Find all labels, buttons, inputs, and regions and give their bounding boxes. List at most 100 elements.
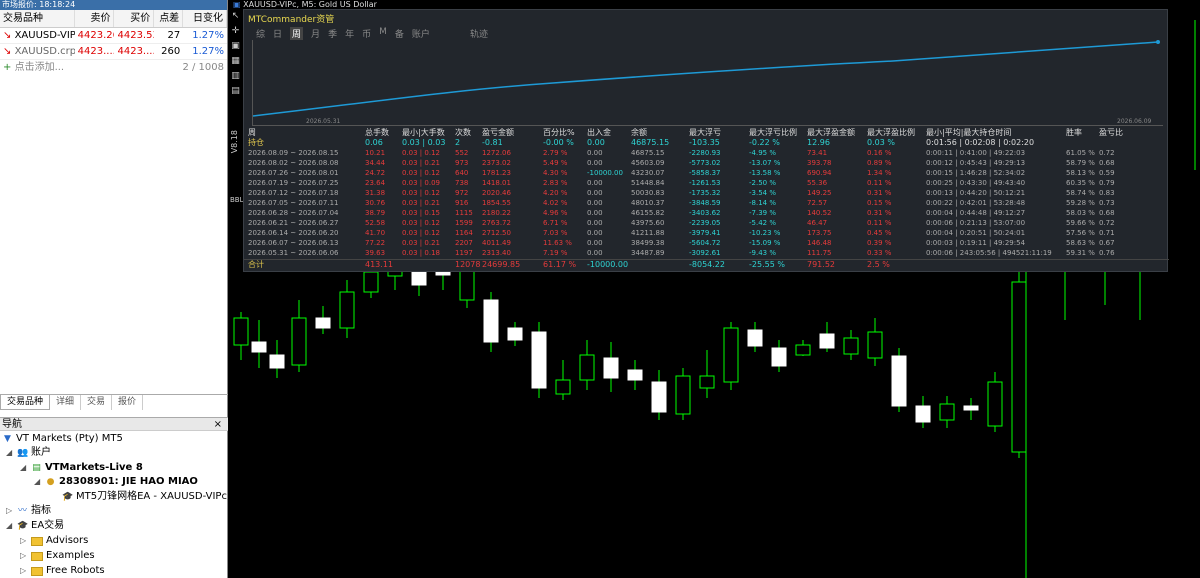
- table-row[interactable]: ↘ XAUUSD-VIPc 4423.26 4423.53 27 1.27%: [0, 28, 227, 44]
- add-symbol-row[interactable]: + 点击添加... 2 / 1008: [0, 60, 227, 76]
- candle-body: [555, 379, 571, 395]
- grid-icon[interactable]: ▦: [229, 55, 242, 68]
- table-cell: 0:00:11 | 0:41:00 | 49:22:03: [926, 149, 1026, 157]
- table-cell: 0.00: [587, 249, 603, 257]
- table-cell: 149.25: [807, 189, 832, 197]
- tab-symbols[interactable]: 交易品种: [0, 395, 51, 410]
- table-cell: 0.03 | 0.15: [402, 209, 440, 217]
- expand-icon: ▷: [6, 506, 13, 515]
- nav-indicators-label: 指标: [31, 505, 51, 516]
- table-cell: -3979.41: [689, 229, 721, 237]
- panel-tabs: 综 日 周 月 季 年 币 M 备 账户: [256, 27, 430, 40]
- table-row[interactable]: 2026.06.28 ~ 2026.07.04 38.79 0.03 | 0.15 1…: [244, 208, 1169, 218]
- tab-details[interactable]: 详细: [50, 395, 82, 410]
- table-cell: 972: [455, 189, 469, 197]
- header-cell: 最大浮亏: [689, 128, 721, 137]
- header-cell: 百分比%: [543, 128, 575, 137]
- candle-body: [507, 327, 523, 341]
- candle-body: [963, 405, 979, 411]
- table-row[interactable]: 2026.07.19 ~ 2026.07.25 23.64 0.03 | 0.09 7…: [244, 178, 1169, 188]
- table-cell: -103.35: [689, 138, 720, 147]
- table-row[interactable]: ↘ XAUUSD.crp 4423.... 4423.... 260 1.27%: [0, 44, 227, 60]
- table-cell: -3403.62: [689, 209, 721, 217]
- tab-trading[interactable]: 交易: [81, 395, 113, 410]
- tab-currency[interactable]: 币: [362, 27, 371, 40]
- add-symbol-label: 点击添加...: [14, 62, 65, 73]
- table-cell: 45603.09: [631, 159, 665, 167]
- table-cell: 0:01:56 | 0:02:08 | 0:02:20: [926, 138, 1035, 147]
- tab-month[interactable]: 月: [311, 27, 320, 40]
- table-cell: 2026.08.09 ~ 2026.08.15: [248, 149, 339, 157]
- table-row[interactable]: 2026.07.05 ~ 2026.07.11 30.76 0.03 | 0.21 9…: [244, 198, 1169, 208]
- candle-body: [867, 331, 883, 359]
- table-cell: 51448.84: [631, 179, 665, 187]
- col-bid[interactable]: 卖价: [75, 10, 115, 27]
- table-row[interactable]: 2026.07.26 ~ 2026.08.01 24.72 0.03 | 0.12 6…: [244, 168, 1169, 178]
- nav-accounts[interactable]: ◢ 👥 账户: [6, 446, 51, 460]
- col-symbol[interactable]: 交易品种: [0, 10, 75, 27]
- nav-folder-examples[interactable]: ▷ Examples: [20, 549, 95, 563]
- tab-account[interactable]: 账户: [412, 27, 430, 40]
- col-ask[interactable]: 买价: [114, 10, 155, 27]
- col-change[interactable]: 日变化: [183, 10, 227, 27]
- tab-track[interactable]: 轨迹: [470, 27, 488, 40]
- arrow-icon: ↘: [3, 46, 12, 57]
- nav-ea-attached[interactable]: 🎓 MT5刀锋网格EA - XAUUSD-VIPc,M: [62, 490, 239, 504]
- expand-icon: ◢: [6, 521, 13, 530]
- table-cell: 1.34 %: [867, 169, 892, 177]
- table-cell: -3.54 %: [749, 189, 776, 197]
- table-cell: 46155.82: [631, 209, 665, 217]
- table-cell: 0.68: [1099, 159, 1115, 167]
- nav-broker[interactable]: ▼ VT Markets (Pty) MT5: [2, 432, 123, 446]
- nav-ea-trading[interactable]: ◢ 🎓 EA交易: [6, 519, 64, 533]
- table-row[interactable]: 2026.06.07 ~ 2026.06.13 77.22 0.03 | 0.21 2…: [244, 238, 1169, 248]
- tab-quarter[interactable]: 季: [328, 27, 337, 40]
- table-row[interactable]: 2026.05.31 ~ 2026.06.06 39.63 0.03 | 0.18 1…: [244, 248, 1169, 258]
- template-icon[interactable]: ▤: [229, 85, 242, 98]
- table-cell: -0.22 %: [749, 138, 780, 147]
- header-cell: 周: [248, 128, 256, 137]
- table-cell: 2.79 %: [543, 149, 568, 157]
- close-icon[interactable]: ×: [214, 418, 222, 431]
- table-cell: 41211.88: [631, 229, 665, 237]
- tab-year[interactable]: 年: [345, 27, 354, 40]
- nav-folder-free-robots[interactable]: ▷ Free Robots: [20, 564, 105, 578]
- table-cell: 7.19 %: [543, 249, 568, 257]
- tab-summary[interactable]: 综: [256, 27, 265, 40]
- nav-account[interactable]: ◢ ● 28308901: JIE HAO MIAO: [34, 475, 198, 489]
- table-cell: 4.96 %: [543, 209, 568, 217]
- cursor-icon[interactable]: ↖: [229, 10, 242, 23]
- tab-ticks[interactable]: 报价: [112, 395, 144, 410]
- table-cell: 0:00:15 | 1:46:28 | 52:34:02: [926, 169, 1026, 177]
- table-cell: 24.72: [365, 169, 386, 177]
- table-cell: 持仓: [248, 138, 264, 147]
- table-cell: [631, 260, 689, 270]
- nav-indicators[interactable]: ▷ 〰 指标: [6, 504, 51, 518]
- nav-folder-advisors[interactable]: ▷ Advisors: [20, 534, 88, 548]
- table-cell: 0.83: [1099, 189, 1115, 197]
- table-cell: 0.03 | 0.12: [402, 229, 440, 237]
- candle-body: [411, 269, 427, 286]
- trade-icon[interactable]: ▣: [229, 40, 242, 53]
- table-row[interactable]: 2026.08.02 ~ 2026.08.08 34.44 0.03 | 0.21 9…: [244, 158, 1169, 168]
- table-row[interactable]: 2026.07.12 ~ 2026.07.18 31.38 0.03 | 0.12 9…: [244, 188, 1169, 198]
- table-row[interactable]: 2026.06.21 ~ 2026.06.27 52.58 0.03 | 0.12 1…: [244, 218, 1169, 228]
- spread-value: 27: [167, 30, 181, 41]
- col-spread[interactable]: 点差: [154, 10, 184, 27]
- table-row[interactable]: 2026.06.14 ~ 2026.06.20 41.70 0.03 | 0.12 1…: [244, 228, 1169, 238]
- chart-type-icon[interactable]: ▥: [229, 70, 242, 83]
- tab-m[interactable]: M: [379, 27, 387, 40]
- table-cell: 12.96: [807, 138, 830, 147]
- table-cell: 2026.07.05 ~ 2026.07.11: [248, 199, 339, 207]
- tab-day[interactable]: 日: [273, 27, 282, 40]
- crosshair-icon[interactable]: ✛: [229, 25, 242, 38]
- table-cell: 0.59: [1099, 169, 1115, 177]
- nav-server[interactable]: ◢ ▤ VTMarkets-Live 8: [20, 461, 143, 475]
- tab-week[interactable]: 周: [290, 27, 304, 40]
- table-cell: 24699.85: [482, 260, 521, 269]
- candle-body: [269, 354, 285, 369]
- table-cell: 38499.38: [631, 239, 665, 247]
- table-row[interactable]: 2026.08.09 ~ 2026.08.15 10.21 0.03 | 0.12 5…: [244, 148, 1169, 158]
- tab-backup[interactable]: 备: [395, 27, 404, 40]
- table-cell: 60.35 %: [1066, 179, 1095, 187]
